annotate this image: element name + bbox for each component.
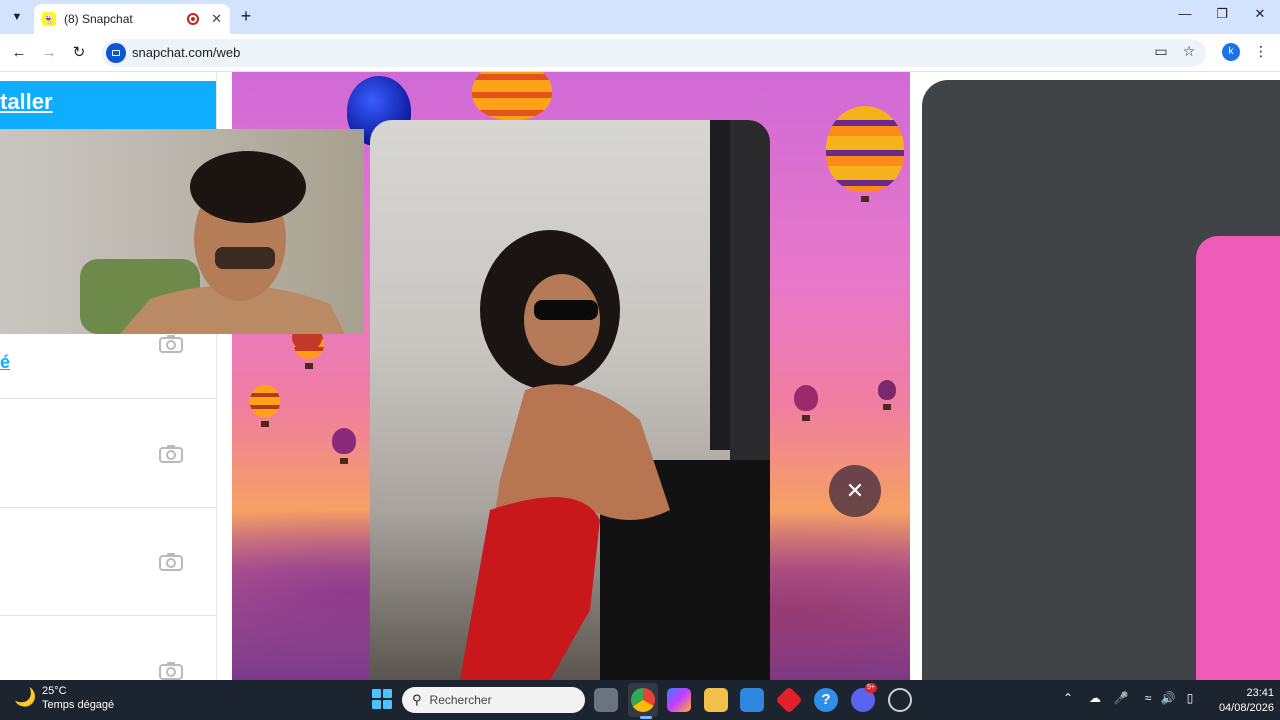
tab-snapchat[interactable]: 👻 (8) Snapchat ✕	[34, 4, 230, 34]
weather-temperature: 25°C	[42, 685, 67, 697]
file-explorer-icon[interactable]	[704, 688, 728, 712]
chevron-up-icon[interactable]: ⌃	[1058, 691, 1078, 705]
volume-icon[interactable]: 🔊	[1158, 691, 1178, 705]
clock-time: 23:41	[1246, 687, 1274, 699]
restore-button[interactable]: ❐	[1207, 6, 1237, 26]
battery-icon[interactable]: ▯	[1180, 691, 1200, 705]
url-text: snapchat.com/web	[132, 45, 241, 60]
active-indicator	[640, 716, 652, 719]
camera-icon[interactable]	[158, 444, 184, 464]
balloon-image	[472, 72, 552, 130]
snapchat-favicon-icon: 👻	[42, 12, 56, 26]
install-icon[interactable]: ▭	[1152, 42, 1170, 60]
story-person-image	[460, 230, 670, 680]
recording-icon	[187, 13, 200, 25]
close-window-button[interactable]: ✕	[1245, 6, 1275, 26]
tab-title: (8) Snapchat	[64, 12, 133, 26]
balloon-image	[332, 428, 356, 464]
chrome-icon[interactable]	[631, 688, 655, 712]
microphone-icon[interactable]: 🎤	[1111, 691, 1131, 705]
weather-description: Temps dégagé	[42, 699, 115, 711]
copilot-icon[interactable]	[667, 688, 691, 712]
kebab-menu-icon[interactable]: ⋮	[1252, 42, 1270, 60]
install-link[interactable]: taller	[0, 89, 53, 115]
windows-start-icon[interactable]	[372, 689, 392, 709]
close-story-button[interactable]: ✕	[829, 465, 881, 517]
camera-icon[interactable]	[158, 661, 184, 680]
address-bar[interactable]: snapchat.com/web	[102, 39, 1206, 67]
moon-icon: 🌙	[14, 687, 37, 707]
cloud-off-icon[interactable]: ☁	[1085, 691, 1105, 705]
story-viewer[interactable]	[370, 120, 770, 680]
balloon-image	[250, 385, 280, 427]
list-item[interactable]	[0, 615, 216, 680]
app-icon[interactable]	[888, 688, 912, 712]
new-tab-button[interactable]: +	[236, 6, 256, 26]
close-tab-button[interactable]: ✕	[211, 11, 222, 27]
discord-badge: 9+	[865, 683, 877, 693]
help-icon[interactable]: ?	[814, 688, 838, 712]
taskbar: 🌙 25°C Temps dégagé ⚲ Rechercher ? 9+ ⌃ …	[0, 680, 1280, 720]
app-icon[interactable]	[775, 686, 803, 714]
balloon-image	[794, 385, 818, 421]
clock-date: 04/08/2026	[1218, 702, 1274, 714]
list-item[interactable]	[0, 398, 216, 506]
camera-icon[interactable]	[158, 334, 184, 354]
list-item[interactable]	[0, 507, 216, 615]
webcam-overlay	[0, 129, 364, 334]
snapchat-web-page: taller é ✕	[0, 72, 1280, 680]
wifi-icon[interactable]: ≈	[1138, 691, 1158, 705]
search-icon: ⚲	[412, 692, 422, 707]
webcam-person-image	[80, 151, 345, 334]
discord-icon[interactable]: 9+	[851, 683, 877, 712]
reload-button[interactable]: ↻	[68, 42, 90, 64]
minimize-button[interactable]: —	[1170, 6, 1200, 26]
chevron-down-icon: ▼	[11, 11, 23, 23]
profile-avatar[interactable]: k	[1222, 43, 1240, 61]
star-icon[interactable]: ☆	[1180, 42, 1198, 60]
search-placeholder: Rechercher	[429, 693, 492, 707]
install-banner: taller	[0, 81, 216, 131]
weather-widget[interactable]: 🌙 25°C Temps dégagé	[14, 684, 114, 712]
forward-button[interactable]: →	[38, 42, 60, 64]
site-info-icon[interactable]	[106, 43, 126, 63]
tab-search-button[interactable]: ▼	[6, 7, 28, 27]
system-clock[interactable]: 23:41 04/08/2026	[1206, 686, 1274, 716]
microsoft-store-icon[interactable]	[740, 688, 764, 712]
browser-tab-bar: ▼ 👻 (8) Snapchat ✕ + — ❐ ✕	[0, 0, 1280, 34]
browser-toolbar: ← → ↻ snapchat.com/web ▭ ☆ k ⋮	[0, 34, 1280, 72]
back-button[interactable]: ←	[8, 42, 30, 64]
balloon-image	[878, 380, 896, 410]
balloon-image	[826, 106, 904, 202]
pink-card	[1196, 236, 1280, 680]
taskbar-search[interactable]: ⚲ Rechercher	[402, 687, 585, 713]
task-view-icon[interactable]	[594, 688, 618, 712]
camera-icon[interactable]	[158, 552, 184, 572]
